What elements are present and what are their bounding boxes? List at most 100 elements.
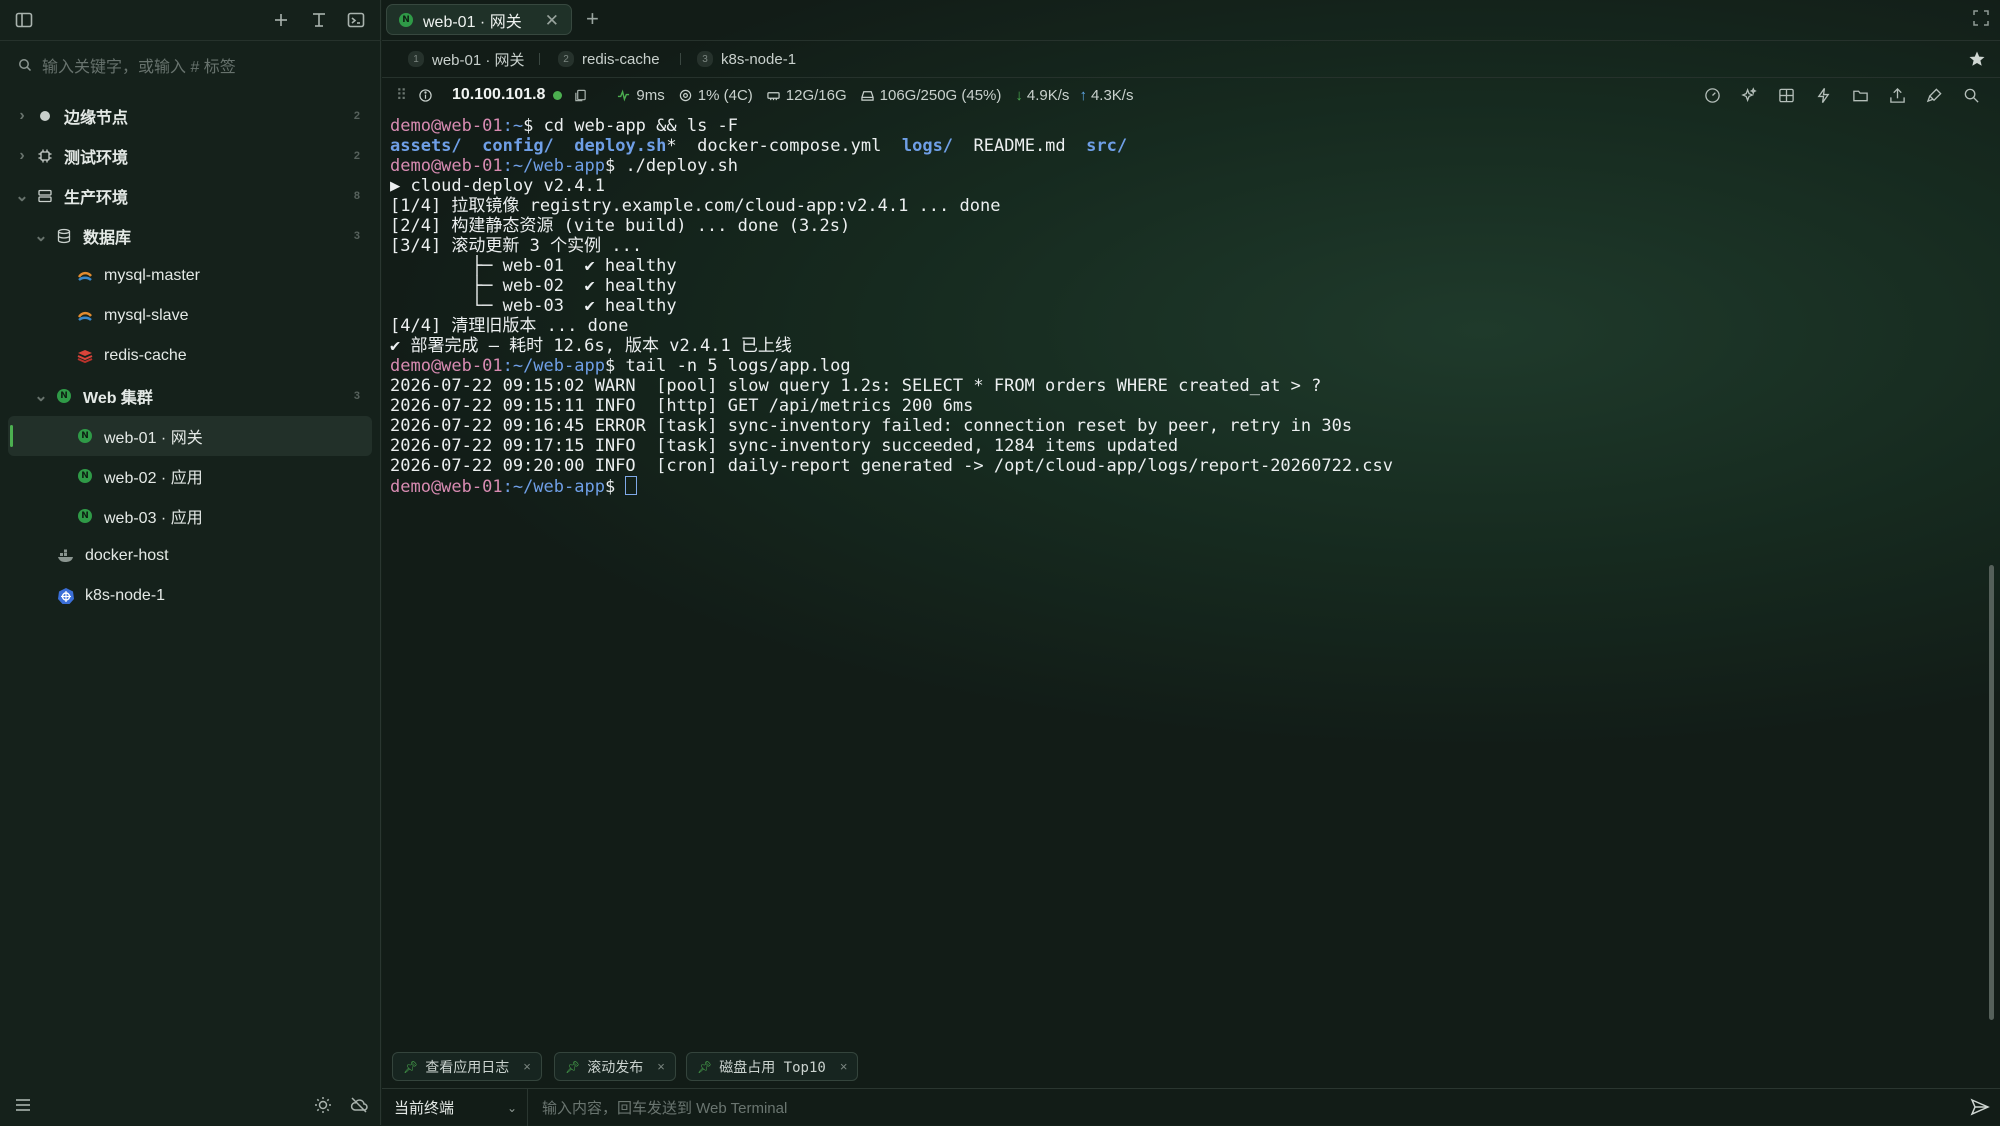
download-stat: ↓ 4.9K/s [1015, 87, 1069, 104]
chevron-down-icon: ⌄ [15, 188, 29, 205]
tree-count: 8 [353, 190, 360, 202]
session-number: 2 [558, 51, 574, 67]
tree-host-redis-cache[interactable]: redis-cache [8, 336, 372, 376]
tree-group-test[interactable]: › 测试环境 2 [8, 136, 372, 176]
kubernetes-icon [57, 587, 75, 605]
highlighter-icon[interactable] [1916, 87, 1953, 104]
terminal-line: [2/4] 构建静态资源 (vite build) ... done (3.2s… [390, 216, 851, 236]
docker-icon [57, 547, 75, 565]
tree-host-k8s-node-1[interactable]: k8s-node-1 [8, 576, 372, 616]
tree-host-web-02[interactable]: N web-02 · 应用 [8, 456, 372, 496]
sun-icon[interactable] [310, 1092, 336, 1118]
quick-command-button[interactable]: 📌︎ 滚动发布 × [554, 1052, 676, 1081]
tab-bar: N web-01 · 网关 ✕ + [382, 0, 2000, 41]
terminal-line: ├─ web-01 ✔ healthy [390, 256, 677, 276]
tree-host-web-01[interactable]: N web-01 · 网关 [8, 416, 372, 456]
text-cursor-icon[interactable] [306, 7, 332, 33]
terminal-line: 2026-07-22 09:17:15 INFO [task] sync-inv… [390, 436, 1179, 456]
send-icon[interactable] [1970, 1097, 1990, 1122]
menu-icon[interactable] [10, 1092, 36, 1118]
tree-host-docker-host[interactable]: docker-host [8, 536, 372, 576]
close-icon[interactable]: × [657, 1059, 665, 1074]
mysql-icon [76, 307, 94, 325]
tree-label: 生产环境 [64, 190, 129, 207]
pin-icon: 📌︎ [403, 1059, 419, 1074]
session-number: 3 [697, 51, 713, 67]
cpu-value: 1% (4C) [697, 86, 753, 104]
sidebar-footer [0, 1085, 381, 1125]
lightning-icon[interactable] [1805, 87, 1842, 104]
command-input-placeholder: 输入内容，回车发送到 Web Terminal [542, 1100, 788, 1117]
host-tree: › 边缘节点 2 › 测试环境 2 ⌄ 生产环境 8 ⌄ 数据库 3 mysql… [8, 96, 372, 616]
terminal-line: 2026-07-22 09:16:45 ERROR [task] sync-in… [390, 416, 1353, 436]
tree-count: 2 [353, 110, 360, 122]
cloud-off-icon[interactable] [346, 1092, 372, 1118]
tree-host-mysql-master[interactable]: mysql-master [8, 256, 372, 296]
divider [680, 53, 681, 65]
tree-group-edge[interactable]: › 边缘节点 2 [8, 96, 372, 136]
tree-label: web-02 · 应用 [104, 470, 203, 487]
upload-icon[interactable] [1879, 87, 1916, 104]
new-tab-icon[interactable]: + [586, 6, 599, 32]
chevron-down-icon: ⌄ [34, 388, 48, 405]
sidebar-toolbar [0, 0, 381, 41]
session-bar: 1 web-01 · 网关 2 redis-cache 3 k8s-node-1 [382, 41, 2000, 78]
tree-group-web-cluster[interactable]: ⌄ N Web 集群 3 [8, 376, 372, 416]
disk-icon [860, 90, 874, 101]
scrollbar[interactable] [1989, 565, 1994, 1020]
toggle-sidebar-icon[interactable] [11, 7, 37, 33]
divider [539, 53, 540, 65]
dashboard-icon[interactable] [1694, 87, 1731, 104]
terminal-cursor [625, 476, 638, 495]
cpu-icon [679, 89, 691, 101]
sparkle-icon[interactable] [1731, 86, 1768, 104]
terminal-line: demo@web-01:~/web-app$ [390, 476, 1970, 497]
terminal-line: demo@web-01:~/web-app$ tail -n 5 logs/ap… [390, 356, 851, 376]
tree-host-web-03[interactable]: N web-03 · 应用 [8, 496, 372, 536]
search-input[interactable]: 输入关键字，或输入 # 标签 [14, 52, 369, 78]
quick-command-button[interactable]: 📌︎ 查看应用日志 × [392, 1052, 542, 1081]
session-label: redis-cache [582, 50, 660, 68]
search-placeholder: 输入关键字，或输入 # 标签 [42, 59, 236, 76]
memory-value: 12G/16G [785, 86, 847, 104]
tab-label: web-01 · 网关 [423, 13, 522, 31]
chevron-down-icon: ⌄ [506, 1100, 517, 1115]
memory-stat: 12G/16G [767, 87, 847, 104]
close-icon[interactable]: ✕ [545, 11, 559, 31]
chevron-down-icon: ⌄ [34, 228, 48, 245]
add-icon[interactable] [268, 7, 294, 33]
server-icon [36, 187, 54, 205]
quick-command-button[interactable]: 📌︎ 磁盘占用 Top10 × [686, 1052, 859, 1081]
tree-label: 边缘节点 [64, 110, 129, 127]
drag-handle-icon[interactable]: ⠿ [396, 86, 407, 104]
tree-host-mysql-slave[interactable]: mysql-slave [8, 296, 372, 336]
target-terminal-select[interactable]: 当前终端 ⌄ [382, 1089, 528, 1126]
fullscreen-icon[interactable] [1972, 9, 1990, 32]
info-icon[interactable] [419, 88, 438, 102]
terminal-line: demo@web-01:~$ cd web-app && ls -F [390, 116, 739, 136]
command-input[interactable]: 输入内容，回车发送到 Web Terminal [542, 1089, 787, 1126]
close-icon[interactable]: × [523, 1059, 531, 1074]
tree-group-database[interactable]: ⌄ 数据库 3 [8, 216, 372, 256]
split-view-icon[interactable] [1768, 87, 1805, 104]
tab-web-01[interactable]: N web-01 · 网关 ✕ [386, 4, 572, 35]
terminal-icon[interactable] [343, 7, 369, 33]
mysql-icon [76, 267, 94, 285]
close-icon[interactable]: × [840, 1059, 848, 1074]
session-item[interactable]: 2 redis-cache [558, 41, 660, 77]
terminal-line: 2026-07-22 09:20:00 INFO [cron] daily-re… [390, 456, 1394, 476]
search-icon[interactable] [1953, 87, 1990, 104]
tree-group-production[interactable]: ⌄ 生产环境 8 [8, 176, 372, 216]
folder-icon[interactable] [1842, 87, 1879, 104]
pin-icon[interactable] [1968, 50, 1986, 73]
terminal-line: 2026-07-22 09:15:02 WARN [pool] slow que… [390, 376, 1322, 396]
terminal-line: demo@web-01:~/web-app$ ./deploy.sh [390, 156, 739, 176]
quick-command-bar: 📌︎ 查看应用日志 × 📌︎ 滚动发布 × 📌︎ 磁盘占用 Top10 × [382, 1046, 2000, 1088]
session-item[interactable]: 3 k8s-node-1 [697, 41, 796, 77]
copy-icon[interactable] [574, 89, 593, 102]
session-number: 1 [408, 51, 424, 67]
download-value: 4.9K/s [1026, 86, 1070, 104]
terminal-output[interactable]: demo@web-01:~$ cd web-app && ls -F asset… [390, 116, 1970, 497]
session-item[interactable]: 1 web-01 · 网关 [408, 41, 525, 77]
tree-count: 3 [353, 390, 360, 402]
